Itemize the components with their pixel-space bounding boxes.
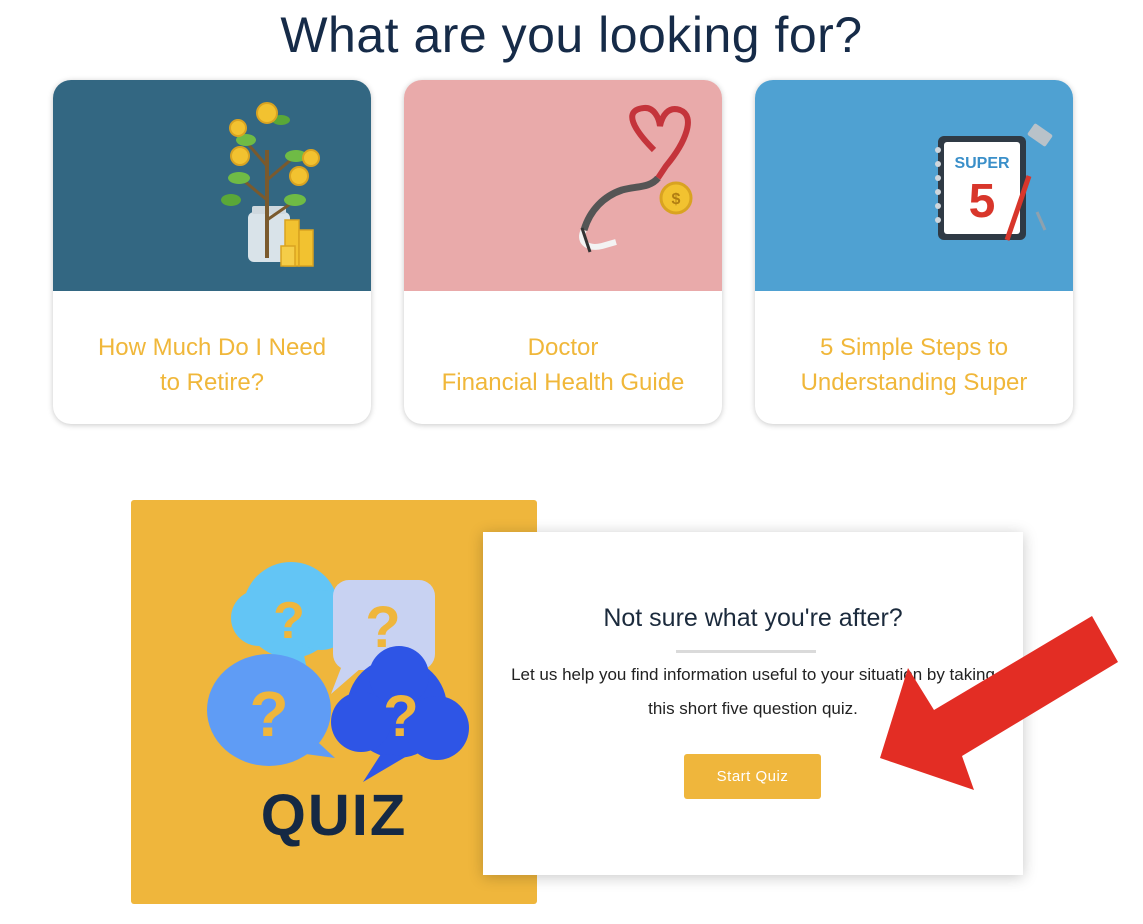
card-title: 5 Simple Steps to Understanding Super (800, 334, 1028, 396)
quiz-word: QUIZ (260, 783, 408, 848)
svg-text:$: $ (672, 191, 681, 208)
start-quiz-button[interactable]: Start Quiz (684, 754, 821, 799)
speech-bubble-icon: ? (207, 654, 335, 766)
bubble-mark: ? (383, 684, 418, 749)
card-title: Doctor Financial Health Guide (441, 334, 685, 396)
card-doctor-guide[interactable]: $ Doctor Financial Health Guide (404, 80, 722, 424)
card-understanding-super[interactable]: SUPER 5 5 Simple Steps to Understanding … (755, 80, 1073, 424)
bubble-mark: ? (249, 678, 288, 750)
page-heading: What are you looking for? (280, 7, 863, 63)
card-title: How Much Do I Need to Retire? (97, 334, 327, 396)
card-retire[interactable]: How Much Do I Need to Retire? (53, 80, 371, 424)
stethoscope-heart-icon: $ (404, 80, 722, 291)
quiz-illustration: ? ? ? ? QUIZ (131, 500, 537, 904)
arrow-annotation-icon (880, 616, 1118, 790)
calendar-word: SUPER (954, 155, 1010, 172)
title-divider (676, 650, 816, 653)
super-calendar-icon: SUPER 5 (755, 80, 1073, 291)
calendar-number: 5 (969, 175, 996, 228)
money-tree-jar-icon (53, 80, 371, 291)
bubble-mark: ? (273, 592, 305, 650)
